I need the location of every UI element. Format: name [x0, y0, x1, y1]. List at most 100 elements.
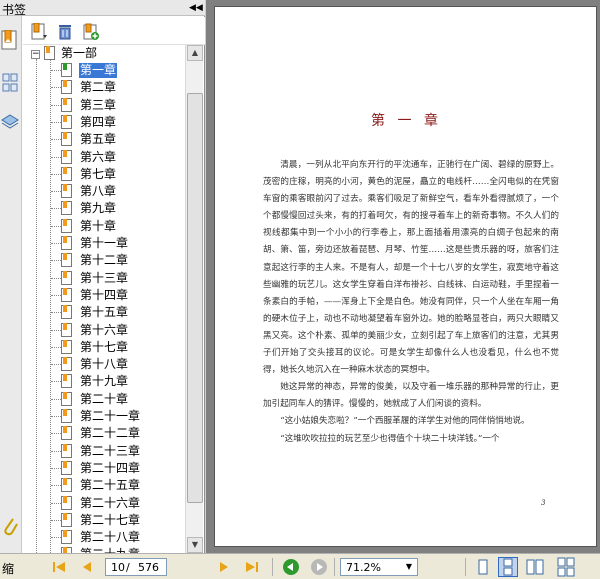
- bookmark-item[interactable]: 第九章: [23, 200, 183, 217]
- continuous-layout-icon[interactable]: [498, 557, 518, 577]
- bookmark-icon: [61, 63, 72, 77]
- bookmark-label: 第二章: [80, 80, 117, 94]
- bookmark-item[interactable]: 第五章: [23, 131, 183, 148]
- bookmark-label: 第十一章: [80, 236, 129, 250]
- bookmark-label: 第十六章: [80, 323, 129, 337]
- attachment-tab-icon[interactable]: [1, 516, 20, 536]
- bookmark-item[interactable]: 第二十八章: [23, 529, 183, 546]
- bookmark-label: 第六章: [80, 150, 117, 164]
- bookmark-item[interactable]: 第二十三章: [23, 443, 183, 460]
- tree-guide-line: [51, 243, 61, 244]
- bookmark-icon: [61, 219, 72, 233]
- bookmark-item[interactable]: 第十四章: [23, 287, 183, 304]
- bookmark-item[interactable]: 第十章: [23, 218, 183, 235]
- bookmark-item[interactable]: 第十六章: [23, 322, 183, 339]
- tree-guide-line: [51, 278, 61, 279]
- tree-guide-line: [51, 485, 61, 486]
- bookmark-icon: [61, 150, 72, 164]
- thumbnails-tab-icon[interactable]: [1, 72, 20, 92]
- paragraph: “这堆吹吹拉拉的玩艺至少也得值个十块二十块洋钱。”一个: [280, 433, 500, 444]
- bookmark-label: 第十章: [80, 219, 117, 233]
- bookmark-options-icon[interactable]: [31, 22, 47, 41]
- previous-page-icon[interactable]: [80, 560, 94, 574]
- tree-guide-line: [51, 174, 61, 175]
- bookmark-toolbar: [23, 17, 205, 45]
- page-text: 清晨，一列从北平向东开行的平沈通车，正驰行在广阔、碧绿的原野上。茂密的庄稼，明亮…: [263, 157, 559, 448]
- go-back-icon[interactable]: [283, 559, 299, 575]
- scroll-thumb[interactable]: [187, 93, 203, 503]
- scroll-down-button[interactable]: ▼: [187, 537, 203, 553]
- tree-guide-line: [51, 537, 61, 538]
- bookmark-item[interactable]: 第十五章: [23, 304, 183, 321]
- facing-layout-icon[interactable]: [525, 557, 545, 577]
- side-tab-toolbar: [0, 16, 22, 553]
- bookmark-item[interactable]: 第二十章: [23, 391, 183, 408]
- bookmark-icon: [61, 98, 72, 112]
- total-pages: 576: [138, 561, 159, 574]
- bookmark-tree: − 第一部 第一章 第二章第三章 第四章 第五章第六章第七章 第八章 第九章第十章第十一章…: [23, 45, 185, 553]
- bookmark-item[interactable]: 第六章: [23, 149, 183, 166]
- go-forward-icon[interactable]: [311, 559, 327, 575]
- bookmark-item[interactable]: 第一章: [23, 62, 183, 79]
- single-page-layout-icon[interactable]: [473, 557, 493, 577]
- bookmark-item[interactable]: 第二十一章: [23, 408, 183, 425]
- bookmark-item[interactable]: 第二十七章: [23, 512, 183, 529]
- tree-root-row[interactable]: − 第一部: [23, 45, 183, 62]
- bookmark-item[interactable]: 第十七章: [23, 339, 183, 356]
- continuous-facing-layout-icon[interactable]: [556, 557, 576, 577]
- bookmarks-tab-icon[interactable]: [1, 29, 20, 50]
- scroll-up-button[interactable]: ▲: [187, 45, 203, 61]
- bookmark-item[interactable]: 第七章: [23, 166, 183, 183]
- bookmark-item[interactable]: 第八章: [23, 183, 183, 200]
- delete-bookmark-icon[interactable]: [57, 23, 73, 41]
- bookmark-item[interactable]: 第二十五章: [23, 477, 183, 494]
- paragraph: “这小姑娘失恋啦？”一个西服革履的洋学生对他的同伴悄悄地说。: [280, 416, 530, 427]
- last-page-icon[interactable]: [245, 560, 259, 574]
- tree-guide-line: [51, 330, 61, 331]
- bookmark-icon: [61, 461, 72, 475]
- next-page-icon[interactable]: [217, 560, 231, 574]
- collapse-panel-button[interactable]: ◀◀: [189, 2, 203, 14]
- paragraph: 清晨，一列从北平向东开行的平沈通车，正驰行在广阔、碧绿的原野上。茂密的庄稼，明亮…: [263, 160, 559, 376]
- tree-guide-line: [51, 451, 61, 452]
- bookmark-icon: [61, 80, 72, 94]
- bookmark-item[interactable]: 第十八章: [23, 356, 183, 373]
- bookmark-item[interactable]: 第四章: [23, 114, 183, 131]
- bookmark-item[interactable]: 第二十四章: [23, 460, 183, 477]
- tree-guide-line: [51, 208, 61, 209]
- current-page: 10: [111, 561, 125, 574]
- bookmark-item[interactable]: 第二十六章: [23, 495, 183, 512]
- bookmark-item[interactable]: 第二章: [23, 79, 183, 96]
- bookmark-icon: [61, 478, 72, 492]
- bookmark-scrollbar[interactable]: ▲ ▼: [185, 45, 203, 553]
- layers-tab-icon[interactable]: [1, 112, 20, 131]
- bookmark-item[interactable]: 第三章: [23, 97, 183, 114]
- page-separator: /: [126, 561, 130, 574]
- toolbar-separator: [334, 558, 335, 576]
- bookmark-item[interactable]: 第十三章: [23, 270, 183, 287]
- chevron-down-icon[interactable]: ▼: [402, 560, 416, 574]
- bookmark-item[interactable]: 第二十二章: [23, 425, 183, 442]
- tree-guide-line: [51, 139, 61, 140]
- bookmark-icon: [61, 184, 72, 198]
- bookmark-item[interactable]: 第二十九章: [23, 546, 183, 553]
- document-view[interactable]: 第 一 章 清晨，一列从北平向东开行的平沈通车，正驰行在广阔、碧绿的原野上。茂密…: [206, 0, 600, 553]
- collapse-node-icon[interactable]: −: [31, 50, 40, 59]
- bookmark-item[interactable]: 第十九章: [23, 373, 183, 390]
- bookmark-icon: [61, 288, 72, 302]
- tree-guide-line: [51, 433, 61, 434]
- tree-guide-line: [51, 312, 61, 313]
- bookmark-item[interactable]: 第十一章: [23, 235, 183, 252]
- bookmark-label: 第二十八章: [80, 530, 141, 544]
- page-number-input[interactable]: 10 / 576: [105, 558, 167, 576]
- tree-guide-line: [51, 70, 61, 71]
- zoom-select[interactable]: 71.2% ▼: [340, 558, 418, 576]
- tree-guide-line: [51, 191, 61, 192]
- new-bookmark-icon[interactable]: [83, 23, 99, 41]
- bookmark-item[interactable]: 第十二章: [23, 252, 183, 269]
- bookmark-label: 第十八章: [80, 357, 129, 371]
- zoom-value: 71.2%: [346, 561, 381, 574]
- tree-guide-line: [51, 416, 61, 417]
- tree-guide-line: [51, 105, 61, 106]
- first-page-icon[interactable]: [52, 560, 66, 574]
